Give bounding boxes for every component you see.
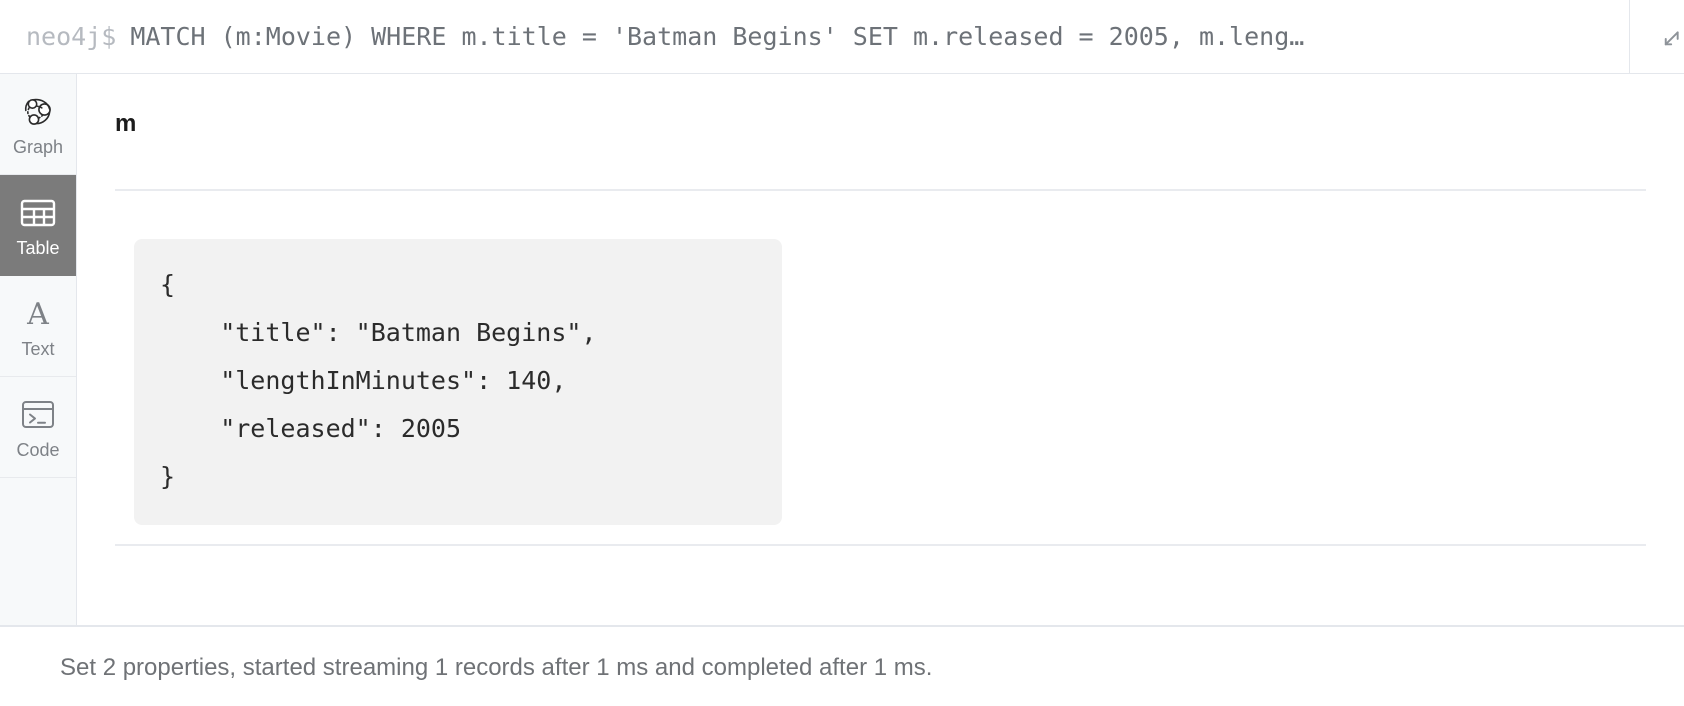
view-mode-sidebar: Graph Table A Text Code — [0, 74, 77, 625]
query-bar[interactable]: neo4j$ MATCH (m:Movie) WHERE m.title = '… — [0, 0, 1684, 74]
json-line: "lengthInMinutes": 140, — [160, 366, 567, 395]
sidebar-item-graph[interactable]: Graph — [0, 74, 76, 175]
result-table: m { "title": "Batman Begins", "lengthInM… — [77, 74, 1684, 625]
pin-arrow-icon[interactable] — [1642, 21, 1682, 53]
table-icon — [18, 193, 58, 233]
sidebar-item-label-graph: Graph — [12, 137, 64, 157]
query-text: MATCH (m:Movie) WHERE m.title = 'Batman … — [130, 22, 1305, 51]
sidebar-item-label-table: Table — [16, 238, 60, 258]
text-a-icon: A — [18, 294, 58, 334]
status-message: Set 2 properties, started streaming 1 re… — [60, 653, 933, 681]
sidebar-item-table[interactable]: Table — [0, 175, 76, 276]
json-line: } — [160, 462, 176, 491]
query-input[interactable]: neo4j$ MATCH (m:Movie) WHERE m.title = '… — [0, 0, 1629, 73]
neo4j-prompt-label: neo4j$ — [26, 22, 117, 51]
json-line: "released": 2005 — [160, 414, 462, 443]
sidebar-item-code[interactable]: Code — [0, 377, 76, 478]
status-bar: Set 2 properties, started streaming 1 re… — [0, 629, 1684, 706]
query-actions[interactable] — [1630, 0, 1684, 74]
sidebar-item-label-text: Text — [21, 339, 55, 359]
json-line: "title": "Batman Begins", — [160, 318, 597, 347]
sidebar-item-label-code: Code — [16, 440, 60, 460]
result-panel: Graph Table A Text Code m {"title": "Ba… — [0, 74, 1684, 627]
svg-text:A: A — [26, 297, 49, 331]
table-header-divider — [115, 189, 1646, 191]
json-line: { — [160, 270, 176, 299]
graph-icon — [18, 92, 58, 132]
code-terminal-icon — [18, 395, 58, 435]
sidebar-item-text[interactable]: A Text — [0, 276, 76, 377]
table-row-divider — [115, 544, 1646, 546]
json-result-card: { "title": "Batman Begins", "lengthInMin… — [134, 239, 782, 525]
table-column-header: m — [115, 110, 137, 137]
sidebar-filler — [0, 478, 76, 625]
